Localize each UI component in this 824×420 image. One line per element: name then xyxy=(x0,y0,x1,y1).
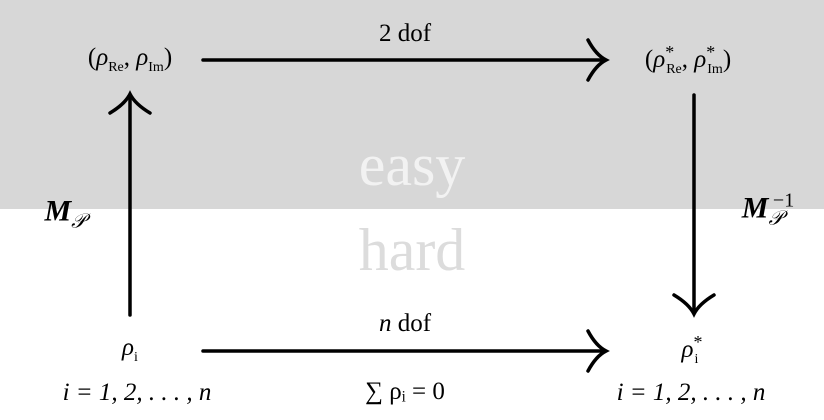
node-rho-i-star: ρ*i xyxy=(681,332,703,367)
bottom-right-index-range: i = 1, 2, . . . , n xyxy=(616,379,766,406)
right-map-label: M𝒫−1 xyxy=(741,189,795,230)
top-edge-label: 2 dof xyxy=(378,20,432,47)
right-arrow xyxy=(672,93,716,318)
sum-constraint: ∑ ρᵢ = 0 xyxy=(365,378,445,405)
node-rho-re-im: (ρRe, ρIm) xyxy=(87,44,173,75)
left-map-label: M𝒫 xyxy=(44,194,86,233)
bottom-edge-label: n dof xyxy=(378,310,432,337)
left-arrow xyxy=(108,90,152,317)
bottom-left-index-range: i = 1, 2, . . . , n xyxy=(62,379,212,406)
node-rho-i: ρi xyxy=(122,334,138,365)
node-rho-star-re-im: (ρ*Re, ρ*Im) xyxy=(644,42,732,77)
